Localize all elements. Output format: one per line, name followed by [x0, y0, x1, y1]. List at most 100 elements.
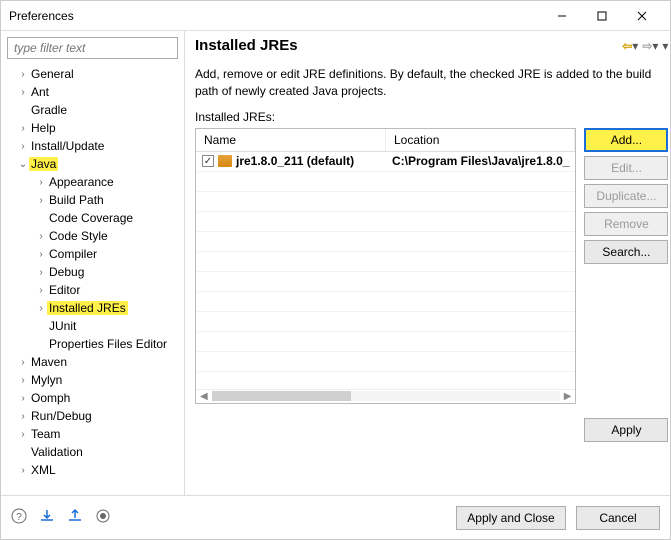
- chevron-right-icon: ›: [17, 357, 29, 368]
- table-row: [196, 312, 575, 332]
- tree-item-general[interactable]: ›General: [7, 65, 178, 83]
- apply-and-close-button[interactable]: Apply and Close: [456, 506, 566, 530]
- tree-item-label: Java: [29, 157, 58, 171]
- tree-item-junit[interactable]: JUnit: [7, 317, 178, 335]
- column-header-location[interactable]: Location: [386, 129, 575, 151]
- table-row[interactable]: ✓jre1.8.0_211 (default)C:\Program Files\…: [196, 152, 575, 172]
- apply-button[interactable]: Apply: [584, 418, 668, 442]
- tree-item-label: Appearance: [47, 175, 116, 189]
- tree-item-label: Mylyn: [29, 373, 64, 387]
- tree-item-java[interactable]: ⌄Java: [7, 155, 178, 173]
- tree-item-label: Validation: [29, 445, 85, 459]
- add-button[interactable]: Add...: [584, 128, 668, 152]
- chevron-right-icon: ›: [35, 177, 47, 188]
- page-title: Installed JREs: [195, 37, 618, 54]
- title-bar: Preferences: [1, 1, 670, 31]
- back-button[interactable]: ⇦ ▾: [622, 39, 638, 53]
- table-row: [196, 332, 575, 352]
- preference-page: Installed JREs ⇦ ▾ ⇨ ▾ ▾ Add, remove or …: [185, 31, 670, 495]
- horizontal-scrollbar[interactable]: ◀ ▶: [196, 389, 575, 403]
- dialog-footer: ? Apply and Close Cancel: [1, 495, 670, 539]
- chevron-right-icon: ›: [35, 195, 47, 206]
- tree-item-label: Ant: [29, 85, 51, 99]
- tree-item-label: Build Path: [47, 193, 106, 207]
- tree-item-label: Debug: [47, 265, 86, 279]
- table-row: [196, 352, 575, 372]
- tree-item-label: Editor: [47, 283, 82, 297]
- tree-item-validation[interactable]: Validation: [7, 443, 178, 461]
- tree-item-install-update[interactable]: ›Install/Update: [7, 137, 178, 155]
- column-header-name[interactable]: Name: [196, 129, 386, 151]
- tree-item-label: Maven: [29, 355, 69, 369]
- chevron-right-icon: ›: [35, 285, 47, 296]
- tree-item-appearance[interactable]: ›Appearance: [7, 173, 178, 191]
- table-row: [196, 192, 575, 212]
- tree-item-label: Code Coverage: [47, 211, 135, 225]
- tree-item-label: Help: [29, 121, 58, 135]
- tree-item-editor[interactable]: ›Editor: [7, 281, 178, 299]
- record-icon[interactable]: [95, 508, 111, 527]
- preference-tree-panel: ›General›AntGradle›Help›Install/Update⌄J…: [1, 31, 185, 495]
- tree-item-properties-files-editor[interactable]: Properties Files Editor: [7, 335, 178, 353]
- chevron-right-icon: ›: [17, 429, 29, 440]
- close-button[interactable]: [622, 2, 662, 30]
- search-button[interactable]: Search...: [584, 240, 668, 264]
- chevron-right-icon: ›: [35, 303, 47, 314]
- svg-text:?: ?: [16, 512, 22, 523]
- table-row: [196, 272, 575, 292]
- import-icon[interactable]: [39, 508, 55, 527]
- export-icon[interactable]: [67, 508, 83, 527]
- tree-item-xml[interactable]: ›XML: [7, 461, 178, 479]
- tree-item-label: Run/Debug: [29, 409, 94, 423]
- jre-name: jre1.8.0_211 (default): [236, 154, 354, 168]
- chevron-right-icon: ›: [35, 267, 47, 278]
- remove-button[interactable]: Remove: [584, 212, 668, 236]
- tree-item-help[interactable]: ›Help: [7, 119, 178, 137]
- tree-item-label: XML: [29, 463, 58, 477]
- filter-input[interactable]: [7, 37, 178, 59]
- tree-item-label: General: [29, 67, 76, 81]
- duplicate-button[interactable]: Duplicate...: [584, 184, 668, 208]
- jre-table[interactable]: Name Location ✓jre1.8.0_211 (default)C:\…: [195, 128, 576, 404]
- chevron-right-icon: ›: [35, 231, 47, 242]
- page-description: Add, remove or edit JRE definitions. By …: [195, 66, 668, 100]
- cancel-button[interactable]: Cancel: [576, 506, 660, 530]
- help-icon[interactable]: ?: [11, 508, 27, 527]
- tree-item-build-path[interactable]: ›Build Path: [7, 191, 178, 209]
- chevron-right-icon: ›: [17, 87, 29, 98]
- table-row: [196, 252, 575, 272]
- table-row: [196, 172, 575, 192]
- tree-item-code-style[interactable]: ›Code Style: [7, 227, 178, 245]
- tree-item-mylyn[interactable]: ›Mylyn: [7, 371, 178, 389]
- tree-item-label: Properties Files Editor: [47, 337, 169, 351]
- edit-button[interactable]: Edit...: [584, 156, 668, 180]
- forward-button[interactable]: ⇨ ▾: [642, 39, 658, 53]
- maximize-button[interactable]: [582, 2, 622, 30]
- section-label: Installed JREs:: [195, 110, 668, 124]
- preference-tree[interactable]: ›General›AntGradle›Help›Install/Update⌄J…: [5, 65, 180, 489]
- menu-button[interactable]: ▾: [662, 39, 668, 53]
- table-row: [196, 292, 575, 312]
- tree-item-oomph[interactable]: ›Oomph: [7, 389, 178, 407]
- chevron-right-icon: ›: [17, 123, 29, 134]
- tree-item-maven[interactable]: ›Maven: [7, 353, 178, 371]
- minimize-button[interactable]: [542, 2, 582, 30]
- tree-item-team[interactable]: ›Team: [7, 425, 178, 443]
- chevron-right-icon: ›: [17, 375, 29, 386]
- checkbox-icon[interactable]: ✓: [202, 155, 214, 167]
- tree-item-installed-jres[interactable]: ›Installed JREs: [7, 299, 178, 317]
- tree-item-run-debug[interactable]: ›Run/Debug: [7, 407, 178, 425]
- tree-item-label: Code Style: [47, 229, 110, 243]
- tree-item-code-coverage[interactable]: Code Coverage: [7, 209, 178, 227]
- tree-item-label: Compiler: [47, 247, 99, 261]
- tree-item-ant[interactable]: ›Ant: [7, 83, 178, 101]
- chevron-right-icon: ›: [17, 141, 29, 152]
- tree-item-compiler[interactable]: ›Compiler: [7, 245, 178, 263]
- tree-item-label: Team: [29, 427, 62, 441]
- tree-item-gradle[interactable]: Gradle: [7, 101, 178, 119]
- jre-icon: [218, 155, 232, 167]
- chevron-down-icon: ⌄: [17, 159, 29, 170]
- tree-item-debug[interactable]: ›Debug: [7, 263, 178, 281]
- tree-item-label: Gradle: [29, 103, 69, 117]
- table-row: [196, 372, 575, 389]
